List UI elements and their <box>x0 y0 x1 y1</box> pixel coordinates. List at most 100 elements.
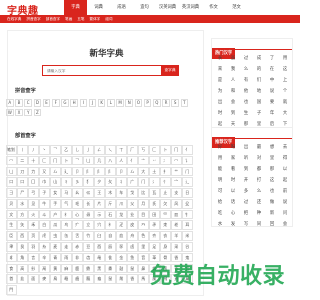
subnav-item[interactable]: 拼音查字 <box>26 17 40 22</box>
nav-item-chengyu[interactable]: 成语 <box>110 0 133 15</box>
radical-button[interactable]: 口 <box>17 177 28 187</box>
radical-button[interactable]: 髟 <box>28 263 39 274</box>
radical-button[interactable]: 二 <box>17 155 28 166</box>
radical-button[interactable]: 尸 <box>17 188 28 198</box>
radical-button[interactable]: 止 <box>160 188 171 198</box>
radical-button[interactable]: 片 <box>94 198 105 209</box>
radical-button[interactable]: 门 <box>182 166 193 177</box>
pinyin-letter-button[interactable]: P <box>143 99 152 107</box>
radical-button[interactable]: 夂 <box>105 177 116 187</box>
radical-button[interactable]: 日 <box>182 188 193 198</box>
hot-char-link[interactable]: 国 <box>254 97 264 108</box>
recommended-char-link[interactable]: 问 <box>280 208 290 219</box>
radical-button[interactable]: 里 <box>138 242 149 252</box>
radical-button[interactable]: 非 <box>72 252 83 263</box>
radical-button[interactable]: 钅 <box>182 209 193 220</box>
pinyin-letter-button[interactable]: Y <box>24 108 32 117</box>
radical-button[interactable]: 彡 <box>72 177 83 187</box>
radical-button[interactable]: 皮 <box>127 220 138 231</box>
recommended-char-link[interactable]: 种 <box>254 208 264 219</box>
radical-button[interactable]: 金 <box>116 252 127 263</box>
radical-button[interactable]: 矢 <box>17 220 28 231</box>
pinyin-letter-button[interactable]: Q <box>153 99 161 107</box>
radical-button[interactable]: 言 <box>28 252 39 263</box>
hot-char-link[interactable]: 个 <box>280 86 290 97</box>
recommended-char-link[interactable]: 起 <box>280 175 290 186</box>
radical-button[interactable]: 幺 <box>72 188 83 198</box>
radical-button[interactable]: 雨 <box>61 252 72 263</box>
radical-button[interactable]: 木 <box>105 188 116 198</box>
hot-char-link[interactable]: 也 <box>241 97 251 108</box>
subnav-item[interactable]: 五笔 <box>77 17 84 22</box>
radical-button[interactable]: 采 <box>171 242 182 252</box>
radical-button[interactable]: 手 <box>50 198 61 209</box>
radical-button[interactable]: 西 <box>17 231 28 241</box>
radical-button[interactable]: 瓜 <box>50 220 61 231</box>
recommended-char-link[interactable]: 能 <box>215 164 225 175</box>
pinyin-letter-button[interactable]: H <box>70 99 78 107</box>
recommended-char-link[interactable]: 新 <box>267 208 277 219</box>
radical-button[interactable]: 又 <box>39 166 50 177</box>
nav-item-fanwen[interactable]: 范文 <box>225 0 248 15</box>
radical-button[interactable]: 羊 <box>171 231 182 241</box>
recommended-char-link[interactable]: 里 <box>267 153 277 164</box>
radical-button[interactable]: 阝 <box>105 166 116 177</box>
radical-button[interactable]: 角 <box>17 252 28 263</box>
radical-button[interactable]: 鼻 <box>138 263 149 274</box>
recommended-char-link[interactable]: 听 <box>241 153 251 164</box>
radical-button[interactable]: 竹 <box>83 231 94 241</box>
recommended-char-link[interactable]: 时 <box>228 175 238 186</box>
radical-button[interactable]: 亅 <box>83 145 94 155</box>
radical-button[interactable]: 凵 <box>83 155 94 166</box>
recommended-char-link[interactable]: 明 <box>215 175 225 186</box>
hot-char-link[interactable]: 出 <box>215 97 225 108</box>
radical-button[interactable]: 巛 <box>83 188 94 198</box>
radical-button[interactable]: 老 <box>171 220 182 231</box>
hot-char-link[interactable]: 时 <box>215 108 225 119</box>
radical-button[interactable]: 聿 <box>6 242 17 252</box>
pinyin-letter-button[interactable]: O <box>134 99 143 107</box>
hot-char-link[interactable]: 们 <box>254 75 264 86</box>
hot-char-link[interactable]: 成 <box>254 53 264 64</box>
hot-char-link[interactable]: 是 <box>215 75 225 86</box>
radical-button[interactable]: 火 <box>28 209 39 220</box>
radical-button[interactable]: 立 <box>83 220 94 231</box>
radical-button[interactable]: 矛 <box>149 220 160 231</box>
radical-button[interactable]: 人 <box>116 155 127 166</box>
pinyin-letter-button[interactable]: M <box>116 99 124 107</box>
radical-button[interactable]: 齐 <box>149 231 160 241</box>
radical-button[interactable]: 凵 <box>6 166 17 177</box>
recommended-char-link[interactable]: 好 <box>215 142 225 153</box>
recommended-char-link[interactable]: 发 <box>228 219 238 230</box>
radical-button[interactable]: 鼓 <box>116 263 127 274</box>
recommended-char-link[interactable]: 会 <box>280 219 290 230</box>
hot-char-link[interactable]: 说 <box>267 86 277 97</box>
hot-char-link[interactable]: 中 <box>267 75 277 86</box>
subnav-item[interactable]: 繁体字 <box>90 17 101 22</box>
recommended-char-link[interactable]: 开 <box>241 175 251 186</box>
pinyin-letter-button[interactable]: C <box>24 99 32 107</box>
pinyin-letter-button[interactable]: S <box>171 99 179 107</box>
hot-char-link[interactable]: 这 <box>280 64 290 75</box>
hot-char-link[interactable]: 生 <box>241 108 251 119</box>
radical-button[interactable]: 方 <box>17 209 28 220</box>
pinyin-letter-button[interactable]: F <box>51 99 60 107</box>
radical-button[interactable]: 氵 <box>149 177 160 187</box>
hot-char-link[interactable]: 地 <box>254 86 264 97</box>
radical-button[interactable]: 麦 <box>50 242 61 252</box>
radical-button[interactable]: 笔划 ∨ <box>6 145 17 155</box>
radical-button[interactable]: 页 <box>28 231 39 241</box>
recommended-char-link[interactable]: 用 <box>215 153 225 164</box>
radical-button[interactable]: 門 <box>6 285 17 295</box>
radical-button[interactable]: 冂 <box>50 155 61 166</box>
radical-button[interactable]: 爪 <box>116 198 127 209</box>
radical-button[interactable]: 臼 <box>94 231 105 241</box>
hot-char-link[interactable]: 会 <box>228 97 238 108</box>
radical-button[interactable]: 豆 <box>83 242 94 252</box>
radical-button[interactable]: 艹 <box>171 166 182 177</box>
pinyin-letter-button[interactable]: J <box>88 99 97 107</box>
radical-button[interactable]: 长 <box>83 198 94 209</box>
radical-button[interactable]: 气 <box>61 198 72 209</box>
recommended-char-link[interactable]: 前 <box>280 186 290 197</box>
radical-button[interactable]: 冖 <box>171 155 182 166</box>
